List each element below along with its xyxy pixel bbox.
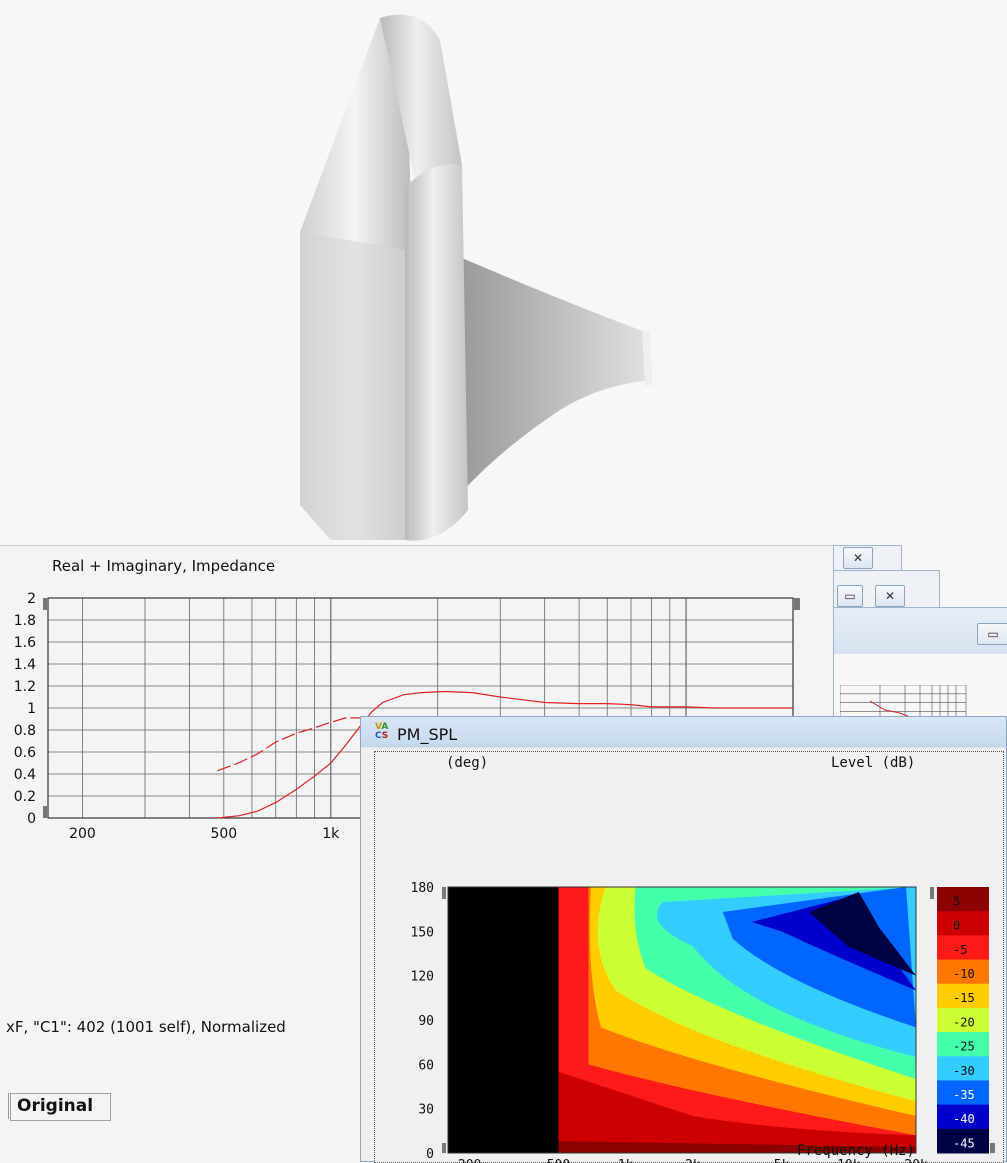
vacs-icon: VA CS — [375, 722, 389, 741]
pm-spl-title: PM_SPL — [397, 725, 458, 744]
close-button-1[interactable]: ✕ — [843, 547, 873, 569]
impedance-y-tick: 1 — [27, 701, 36, 717]
spl-heatmap: 03060901201501802005001k2k5k10k20k50-5-1… — [411, 881, 995, 1163]
colorbar-tick: -30 — [953, 1064, 975, 1078]
x-axis-label: Frequency (Hz) — [797, 1143, 916, 1159]
colorbar-tick: 5 — [953, 895, 960, 909]
impedance-y-tick: 1.6 — [14, 635, 36, 651]
horn-3d-render — [300, 14, 652, 541]
impedance-y-tick: 1.2 — [14, 679, 36, 695]
y-axis-bottom-marker[interactable] — [43, 806, 47, 818]
colorbar-tick: -35 — [953, 1088, 975, 1102]
heatmap-y-tick: 0 — [426, 1147, 434, 1162]
impedance-x-tick: 500 — [210, 826, 237, 842]
heatmap-x-tick: 1k — [618, 1158, 634, 1163]
left-unit-label: (deg) — [446, 755, 489, 771]
impedance-y-tick: 0.8 — [14, 723, 36, 739]
impedance-y-tick: 1.8 — [14, 613, 36, 629]
colorbar-bottom-marker[interactable] — [990, 1143, 995, 1153]
colorbar-tick: -15 — [953, 991, 975, 1005]
heatmap-x-tick: 500 — [547, 1158, 570, 1163]
close-button-2[interactable]: ✕ — [875, 585, 905, 607]
minimize-button-3[interactable]: ▭ — [977, 623, 1007, 645]
heatmap-x-tick: 2k — [685, 1158, 701, 1163]
impedance-footer: xF, "C1": 402 (1001 self), Normalized — [6, 1018, 286, 1036]
tab-separator — [0, 1093, 9, 1119]
right-axis-marker[interactable] — [794, 598, 800, 610]
colorbar-tick: 0 — [953, 919, 960, 933]
impedance-y-tick: 0 — [27, 811, 36, 827]
tab-original[interactable]: Original — [10, 1093, 111, 1121]
impedance-y-tick: 1.4 — [14, 657, 36, 673]
impedance-y-tick: 0.2 — [14, 789, 36, 805]
colorbar-swatch — [937, 911, 989, 936]
colorbar-tick: -10 — [953, 967, 975, 981]
colorbar-top-marker[interactable] — [930, 887, 934, 899]
colorbar-tick: -20 — [953, 1015, 975, 1029]
colorbar-swatch — [937, 887, 989, 912]
heatmap-top-marker[interactable] — [442, 887, 446, 899]
pm-spl-window: VA CS PM_SPL (deg) Level (dB) 0 30 60 90 120 1… — [360, 716, 1007, 1163]
y-axis-top-marker[interactable] — [43, 598, 47, 610]
tab-original-label: Original — [17, 1096, 94, 1116]
colorbar-tick: -5 — [953, 943, 967, 957]
heatmap-bottom-marker[interactable] — [442, 1143, 446, 1153]
impedance-y-tick: 0.6 — [14, 745, 36, 761]
restore-button-2[interactable]: ▭ — [837, 585, 863, 607]
colorbar-tick: -40 — [953, 1112, 975, 1126]
heatmap-y-tick: 120 — [411, 970, 434, 985]
heatmap-y-tick: 180 — [411, 881, 434, 896]
heatmap-x-tick: 5k — [774, 1158, 790, 1163]
colorbar-tick: -25 — [953, 1040, 975, 1054]
heatmap-x-tick: 200 — [458, 1158, 481, 1163]
heatmap-y-tick: 60 — [418, 1058, 434, 1073]
impedance-y-tick: 2 — [27, 591, 36, 607]
heatmap-y-tick: 30 — [418, 1103, 434, 1118]
impedance-x-tick: 1k — [322, 826, 340, 842]
heatmap-nodata-region — [448, 887, 559, 1153]
impedance-chart-title: Real + Imaginary, Impedance — [52, 557, 276, 575]
right-unit-label: Level (dB) — [831, 755, 916, 771]
heatmap-y-tick: 150 — [411, 925, 434, 940]
impedance-x-tick: 200 — [69, 826, 96, 842]
colorbar-tick: -45 — [953, 1136, 975, 1150]
impedance-y-tick: 0.4 — [14, 767, 36, 783]
heatmap-y-tick: 90 — [418, 1014, 434, 1029]
